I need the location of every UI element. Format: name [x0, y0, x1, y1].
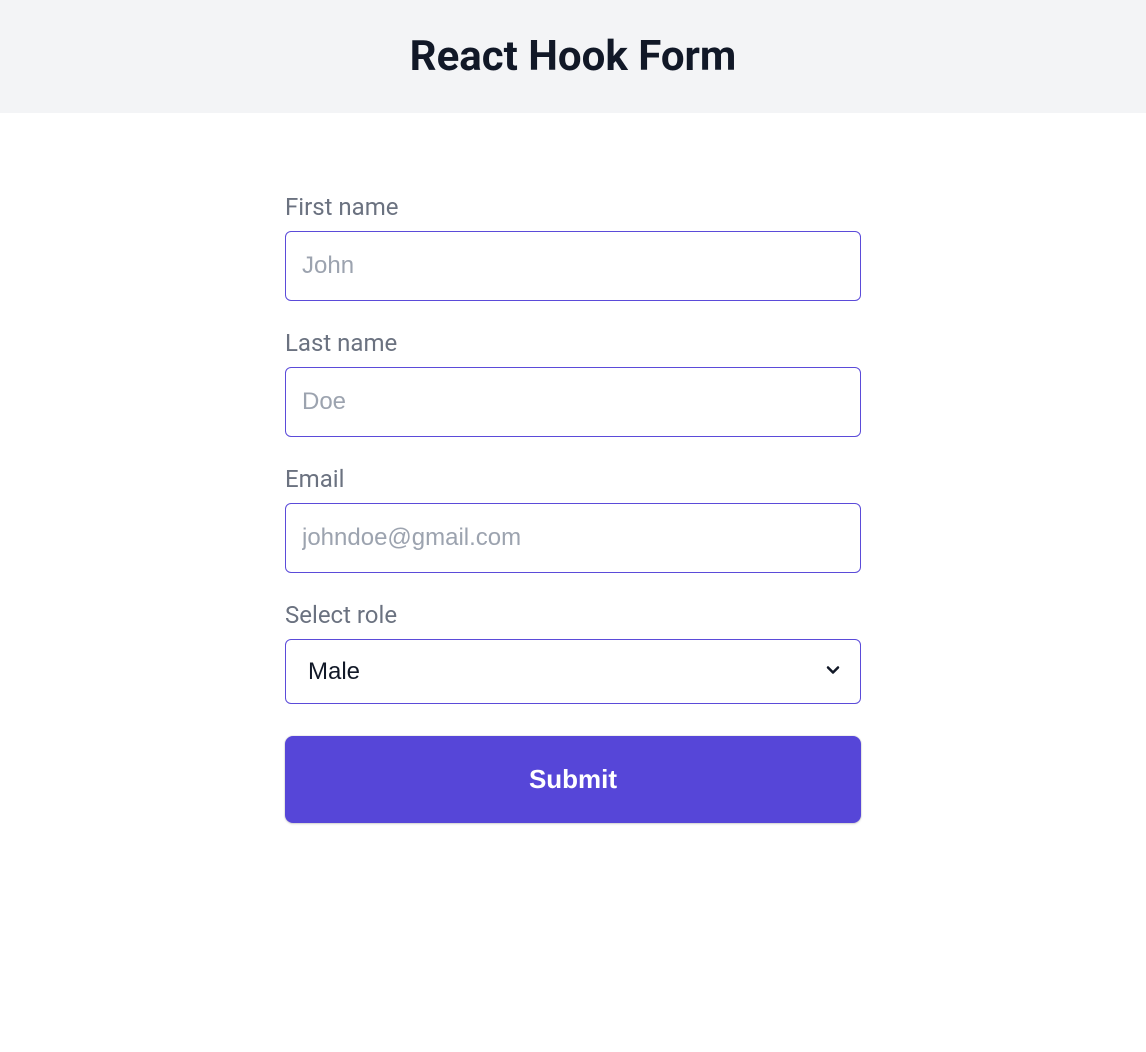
page-header: React Hook Form: [0, 0, 1146, 113]
first-name-input[interactable]: [285, 231, 861, 301]
email-label: Email: [285, 465, 861, 493]
role-field-group: Select role Male: [285, 601, 861, 704]
last-name-input[interactable]: [285, 367, 861, 437]
role-select-wrap: Male: [285, 639, 861, 704]
first-name-field-group: First name: [285, 193, 861, 301]
form-container: First name Last name Email Select role M…: [285, 113, 861, 863]
email-input[interactable]: [285, 503, 861, 573]
last-name-label: Last name: [285, 329, 861, 357]
submit-button[interactable]: Submit: [285, 736, 861, 823]
email-field-group: Email: [285, 465, 861, 573]
page-title: React Hook Form: [0, 32, 1146, 81]
first-name-label: First name: [285, 193, 861, 221]
role-select[interactable]: Male: [285, 639, 861, 704]
role-label: Select role: [285, 601, 861, 629]
last-name-field-group: Last name: [285, 329, 861, 437]
